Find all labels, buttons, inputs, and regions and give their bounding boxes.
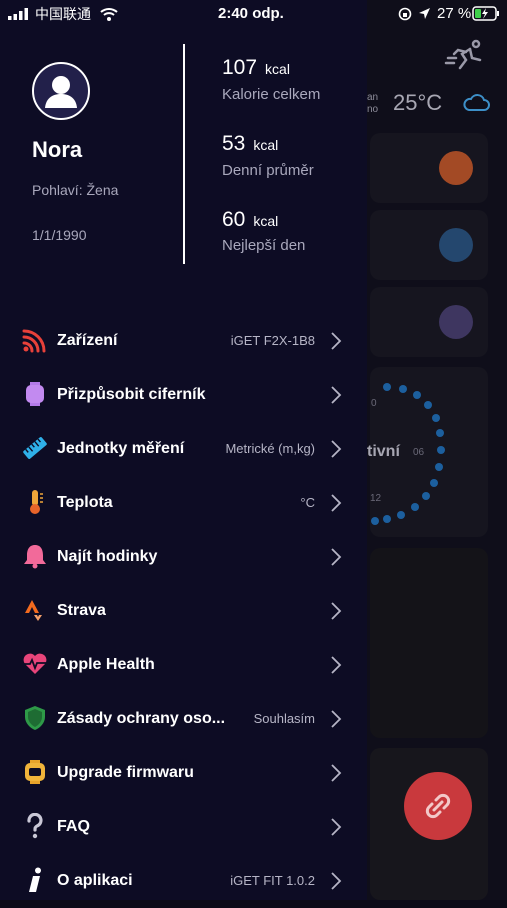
menu-value: Souhlasím bbox=[253, 711, 315, 726]
chevron-right-icon bbox=[331, 872, 342, 890]
menu-label: Jednotky měření bbox=[57, 440, 185, 457]
strava-icon bbox=[25, 600, 42, 621]
heart-pulse-icon bbox=[23, 653, 47, 674]
stat-total-value: 107 kcal bbox=[222, 56, 290, 79]
menu-item-strava[interactable]: Strava bbox=[0, 584, 367, 638]
chevron-right-icon bbox=[331, 710, 342, 728]
menu-label: Najít hodinky bbox=[57, 548, 158, 565]
photo-card[interactable] bbox=[370, 548, 488, 738]
menu-item-privacy-policy[interactable]: Zásady ochrany oso... Souhlasím bbox=[0, 692, 367, 746]
chevron-right-icon bbox=[331, 764, 342, 782]
menu-item-watch-face[interactable]: Přizpůsobit ciferník bbox=[0, 368, 367, 422]
fab-button[interactable] bbox=[404, 772, 472, 840]
running-man-icon[interactable] bbox=[444, 38, 486, 72]
stat-best-label: Nejlepší den bbox=[222, 237, 306, 254]
dial-label-0: 0 bbox=[371, 398, 377, 409]
menu-label: Zásady ochrany oso... bbox=[57, 710, 226, 727]
chevron-right-icon bbox=[331, 656, 342, 674]
menu-item-device[interactable]: Zařízení iGET F2X-1B8 bbox=[0, 314, 367, 368]
menu-label: FAQ bbox=[57, 818, 90, 835]
menu-label: Upgrade firmwaru bbox=[57, 764, 194, 781]
location-pin-icon bbox=[439, 228, 473, 262]
user-silhouette-icon bbox=[45, 76, 77, 108]
fire-icon bbox=[439, 151, 473, 185]
chevron-right-icon bbox=[331, 548, 342, 566]
profile-name: Nora bbox=[32, 137, 83, 162]
link-icon bbox=[425, 793, 451, 819]
chevron-right-icon bbox=[331, 818, 342, 836]
chevron-right-icon bbox=[331, 494, 342, 512]
chevron-right-icon bbox=[331, 386, 342, 404]
menu-value: °C bbox=[300, 495, 315, 510]
chevron-right-icon bbox=[331, 440, 342, 458]
location-arrow-icon bbox=[419, 8, 430, 19]
info-icon bbox=[29, 867, 41, 892]
menu-label: Zařízení bbox=[57, 332, 118, 349]
firmware-icon bbox=[25, 760, 45, 784]
weather-temperature: 25°C bbox=[393, 90, 443, 115]
battery-percent: 27 % bbox=[437, 5, 472, 22]
menu-item-firmware-upgrade[interactable]: Upgrade firmwaru bbox=[0, 746, 367, 800]
chevron-right-icon bbox=[331, 332, 342, 350]
stat-best-value: 60 kcal bbox=[222, 208, 279, 231]
wifi-icon bbox=[100, 8, 118, 21]
menu-label: Přizpůsobit ciferník bbox=[57, 386, 206, 403]
menu-label: Apple Health bbox=[57, 656, 155, 673]
menu-item-units[interactable]: Jednotky měření Metrické (m,kg) bbox=[0, 422, 367, 476]
menu-item-find-watch[interactable]: Najít hodinky bbox=[0, 530, 367, 584]
watch-face-icon bbox=[26, 382, 44, 406]
shield-check-icon bbox=[25, 706, 45, 730]
status-time: 2:40 odp. bbox=[218, 5, 284, 22]
profile-birthdate: 1/1/1990 bbox=[32, 227, 87, 243]
menu-label: Strava bbox=[57, 602, 106, 619]
menu-value: Metrické (m,kg) bbox=[225, 441, 315, 456]
stat-total-label: Kalorie celkem bbox=[222, 86, 321, 103]
menu-item-apple-health[interactable]: Apple Health bbox=[0, 638, 367, 692]
orientation-lock-icon bbox=[398, 7, 412, 21]
profile-gender: Pohlaví: Žena bbox=[32, 182, 119, 198]
activity-partial-text: tivní bbox=[367, 443, 400, 460]
menu-label: Teplota bbox=[57, 494, 113, 511]
ruler-icon bbox=[23, 437, 47, 459]
weather-partial-text: an no bbox=[367, 92, 379, 115]
question-icon bbox=[27, 813, 43, 839]
avatar[interactable] bbox=[32, 62, 90, 120]
cloud-icon bbox=[463, 94, 490, 111]
stat-average-value: 53 kcal bbox=[222, 132, 279, 155]
profile-divider bbox=[183, 44, 185, 264]
dial-label-12: 12 bbox=[370, 493, 382, 504]
carrier-name: 中国联通 bbox=[35, 6, 91, 22]
signal-bars-icon bbox=[8, 8, 28, 20]
thermometer-icon bbox=[30, 490, 43, 514]
menu-item-faq[interactable]: FAQ bbox=[0, 800, 367, 854]
clock-icon bbox=[439, 305, 473, 339]
bell-icon bbox=[24, 545, 46, 569]
battery-charging-icon bbox=[472, 6, 499, 21]
stat-average-label: Denní průměr bbox=[222, 162, 314, 179]
device-signal-icon bbox=[22, 329, 46, 353]
menu-item-temperature[interactable]: Teplota °C bbox=[0, 476, 367, 530]
menu-value: iGET F2X-1B8 bbox=[230, 333, 315, 348]
dial-label-06: 06 bbox=[413, 447, 425, 458]
chevron-right-icon bbox=[331, 602, 342, 620]
